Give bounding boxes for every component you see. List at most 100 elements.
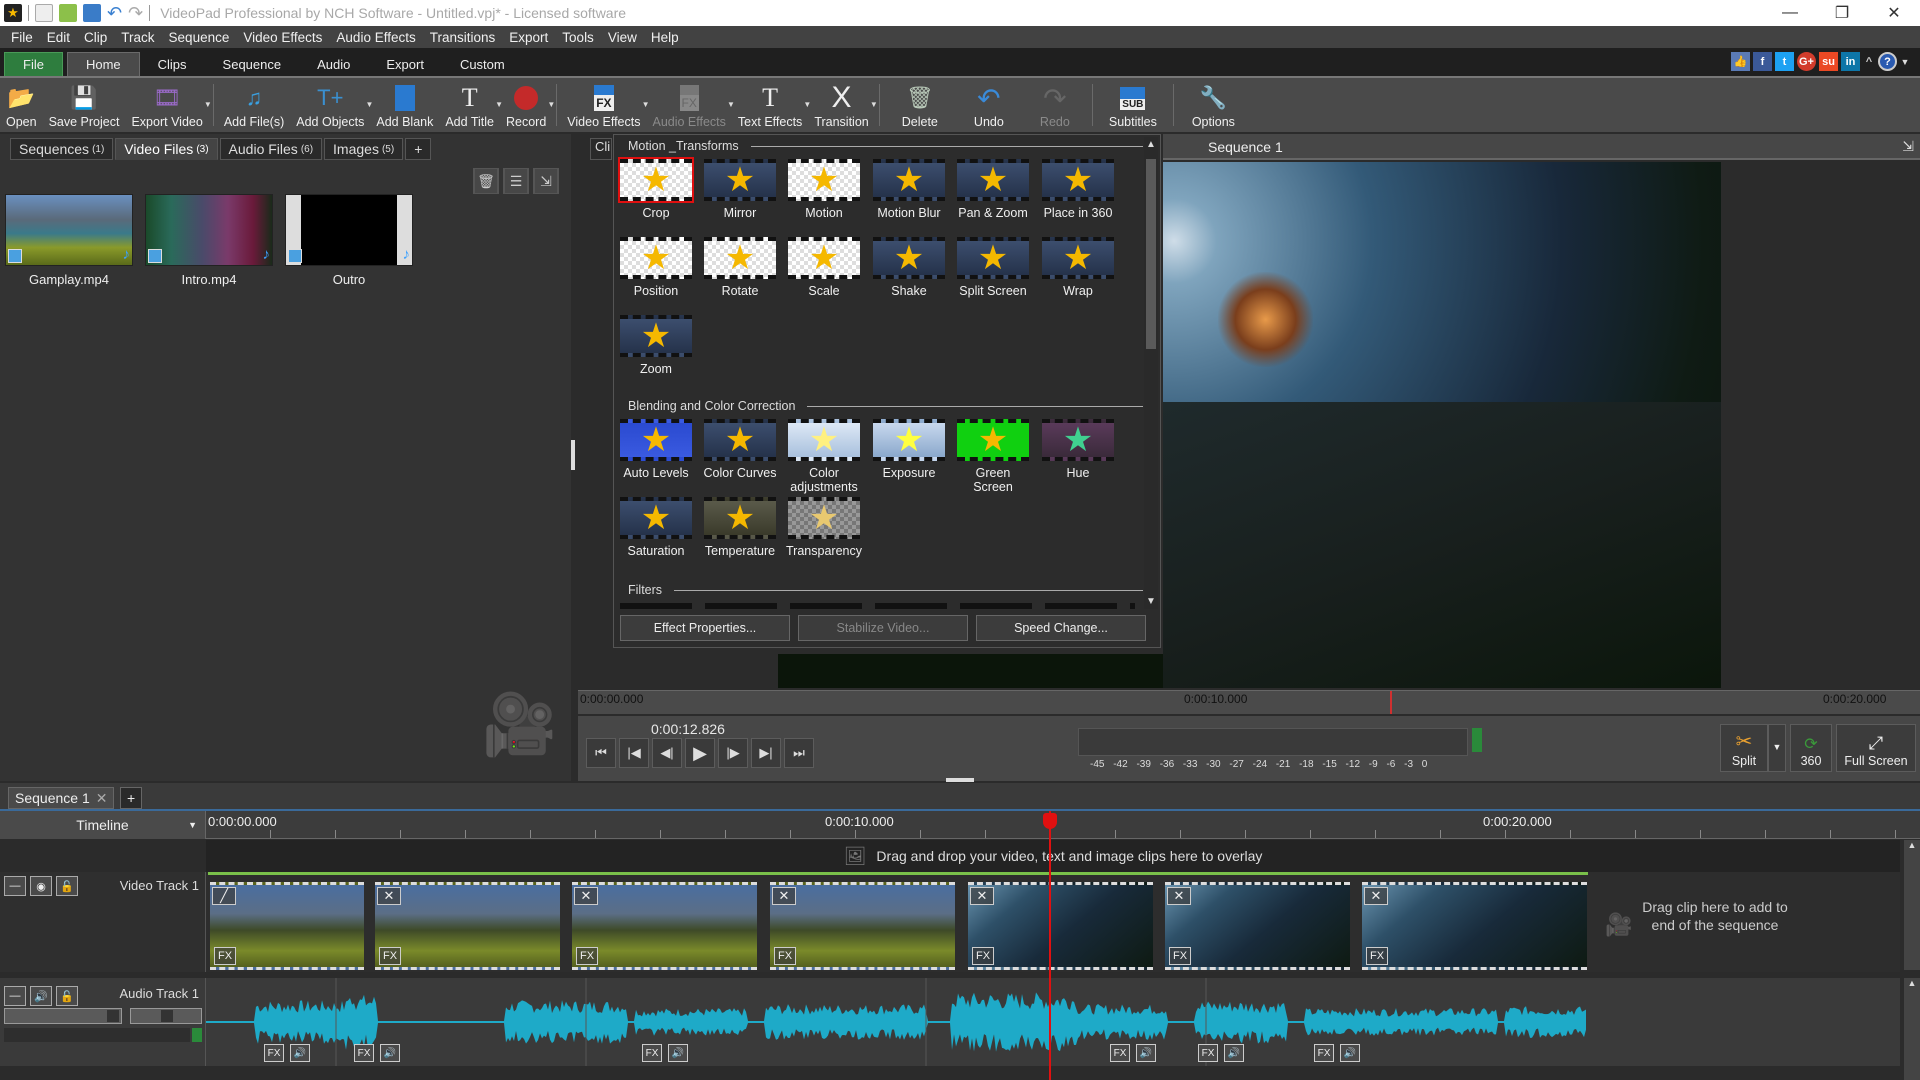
options-button[interactable]: 🔧 Options <box>1178 78 1249 132</box>
open-button[interactable]: 📂 Open <box>0 78 43 132</box>
skip-to-start-button[interactable]: ⏮ <box>586 738 616 768</box>
help-icon[interactable]: ? <box>1878 52 1897 71</box>
menu-track[interactable]: Track <box>114 30 161 45</box>
video-clip[interactable]: ╱ FX <box>210 882 364 970</box>
end-drop-zone[interactable]: Drag clip here to add to end of the sequ… <box>1640 898 1790 934</box>
video-clip[interactable]: ✕ FX <box>572 882 757 970</box>
undo-button[interactable]: ↶ Undo <box>956 78 1022 132</box>
tab-custom[interactable]: Custom <box>442 52 523 76</box>
audio-clip-volume-button[interactable]: 🔊 <box>1136 1044 1156 1062</box>
effect-shake[interactable]: ★ Shake <box>871 237 947 298</box>
tab-home[interactable]: Home <box>66 52 140 76</box>
redo-button[interactable]: ↷ Redo <box>1022 78 1088 132</box>
video-tracks-scrollbar[interactable]: ▲ <box>1904 840 1920 970</box>
effect-place-in-360[interactable]: ★ Place in 360 <box>1040 159 1116 220</box>
tab-sequences[interactable]: Sequences (1) <box>10 138 114 160</box>
slider-handle[interactable] <box>107 1010 119 1022</box>
undo-icon[interactable]: ↶ <box>107 3 122 24</box>
effect-rotate[interactable]: ★ Rotate <box>702 237 778 298</box>
undock-icon[interactable]: ⇲ <box>1902 138 1914 155</box>
audio-clip-fx-button[interactable]: FX <box>354 1044 374 1062</box>
tab-export[interactable]: Export <box>368 52 442 76</box>
audio-clip-fx-button[interactable]: FX <box>264 1044 284 1062</box>
effect-crop[interactable]: ★ Crop <box>618 157 694 220</box>
effect-green-screen[interactable]: ★ Green Screen <box>955 419 1031 494</box>
add-files-button[interactable]: ♫ Add File(s) <box>218 78 290 132</box>
tab-images[interactable]: Images (5) <box>324 138 404 160</box>
help-dropdown-icon[interactable]: ▼ <box>1900 52 1910 71</box>
clip-fx-button[interactable]: FX <box>1366 947 1388 965</box>
undock-panel-button[interactable]: ⇲ <box>533 168 559 194</box>
mute-track-button[interactable]: 🔊 <box>30 986 52 1006</box>
play-button[interactable]: ▶ <box>685 738 715 768</box>
step-forward-button[interactable]: |▶ <box>718 738 748 768</box>
skip-to-end-button[interactable]: ⏭ <box>784 738 814 768</box>
video-clip[interactable]: ✕ FX <box>968 882 1153 970</box>
export-video-button[interactable]: 🎞 Export Video ▼ <box>125 78 211 132</box>
preview-ruler[interactable]: 0:00:00.000 0:00:10.000 0:00:20.000 <box>578 690 1920 714</box>
lock-track-button[interactable]: 🔓 <box>56 986 78 1006</box>
panel-splitter-handle[interactable] <box>571 440 575 470</box>
audio-clip-fx-button[interactable]: FX <box>642 1044 662 1062</box>
360-button[interactable]: ⟳ 360 <box>1790 724 1832 772</box>
effect-saturation[interactable]: ★ Saturation <box>618 497 694 558</box>
effect-wrap[interactable]: ★ Wrap <box>1040 237 1116 298</box>
horizontal-splitter-handle[interactable] <box>946 778 974 782</box>
subtitles-button[interactable]: SUB Subtitles <box>1097 78 1169 132</box>
effect-pan-zoom[interactable]: ★ Pan & Zoom <box>955 159 1031 220</box>
collapse-ribbon-icon[interactable]: ^ <box>1863 52 1875 71</box>
overlay-drop-zone[interactable]: 🖼 Drag and drop your video, text and ima… <box>206 840 1900 872</box>
timeline-playhead[interactable] <box>1043 811 1057 1080</box>
menu-clip[interactable]: Clip <box>77 30 114 45</box>
video-clip[interactable]: ✕ FX <box>375 882 560 970</box>
audio-waveform[interactable] <box>206 978 1586 1066</box>
text-effects-button[interactable]: T Text Effects ▼ <box>732 78 811 132</box>
effect-motion[interactable]: ★ Motion <box>786 159 862 220</box>
save-project-button[interactable]: 💾 Save Project <box>43 78 126 132</box>
save-icon[interactable] <box>83 4 101 22</box>
transition-icon[interactable]: ✕ <box>772 887 796 905</box>
scroll-up-icon[interactable]: ▲ <box>1904 840 1920 850</box>
effect-hue[interactable]: ★ Hue <box>1040 419 1116 480</box>
scroll-up-icon[interactable]: ▲ <box>1904 978 1920 988</box>
speed-change-button[interactable]: Speed Change... <box>976 615 1146 641</box>
open-folder-icon[interactable] <box>59 4 77 22</box>
delete-media-button[interactable]: 🗑 <box>473 168 499 194</box>
menu-view[interactable]: View <box>601 30 644 45</box>
collapse-track-button[interactable]: — <box>4 876 26 896</box>
menu-video-effects[interactable]: Video Effects <box>236 30 329 45</box>
video-effects-button[interactable]: FX Video Effects ▼ <box>561 78 649 132</box>
audio-clip-volume-button[interactable]: 🔊 <box>1340 1044 1360 1062</box>
tab-sequence-1[interactable]: Sequence 1 ✕ <box>8 787 115 809</box>
lock-track-button[interactable]: 🔓 <box>56 876 78 896</box>
step-back-button[interactable]: ◀| <box>652 738 682 768</box>
effect-zoom[interactable]: ★ Zoom <box>618 315 694 376</box>
audio-clip-fx-button[interactable]: FX <box>1110 1044 1130 1062</box>
add-blank-button[interactable]: Add Blank <box>370 78 439 132</box>
split-dropdown[interactable]: ▼ <box>1768 724 1786 772</box>
transition-icon[interactable]: ╱ <box>212 887 236 905</box>
record-button[interactable]: Record ▼ <box>500 78 555 132</box>
tab-clips[interactable]: Clips <box>140 52 205 76</box>
clip-fx-button[interactable]: FX <box>379 947 401 965</box>
scroll-up-icon[interactable]: ▲ <box>1144 139 1158 150</box>
transition-button[interactable]: X Transition ▼ <box>808 78 877 132</box>
like-icon[interactable]: 👍 <box>1731 52 1750 71</box>
stabilize-video-button[interactable]: Stabilize Video... <box>798 615 968 641</box>
menu-audio-effects[interactable]: Audio Effects <box>329 30 422 45</box>
preview-playhead[interactable] <box>1390 691 1392 714</box>
effect-auto-levels[interactable]: ★ Auto Levels <box>618 419 694 480</box>
restore-button[interactable]: ❐ <box>1816 0 1868 26</box>
video-preview[interactable] <box>1163 162 1721 688</box>
effect-mirror[interactable]: ★ Mirror <box>702 159 778 220</box>
effects-scrollbar[interactable]: ▲ ▼ <box>1144 137 1158 609</box>
full-screen-button[interactable]: ⤢ Full Screen <box>1836 724 1916 772</box>
delete-button[interactable]: 🗑 Delete <box>884 78 956 132</box>
tab-clips-panel[interactable]: Cli <box>590 138 612 160</box>
effect-transparency[interactable]: ★ Transparency <box>786 497 862 558</box>
collapse-track-button[interactable]: — <box>4 986 26 1006</box>
effect-color-curves[interactable]: ★ Color Curves <box>702 419 778 480</box>
transition-icon[interactable]: ✕ <box>1167 887 1191 905</box>
transition-icon[interactable]: ✕ <box>574 887 598 905</box>
scrollbar-thumb[interactable] <box>1146 159 1156 349</box>
